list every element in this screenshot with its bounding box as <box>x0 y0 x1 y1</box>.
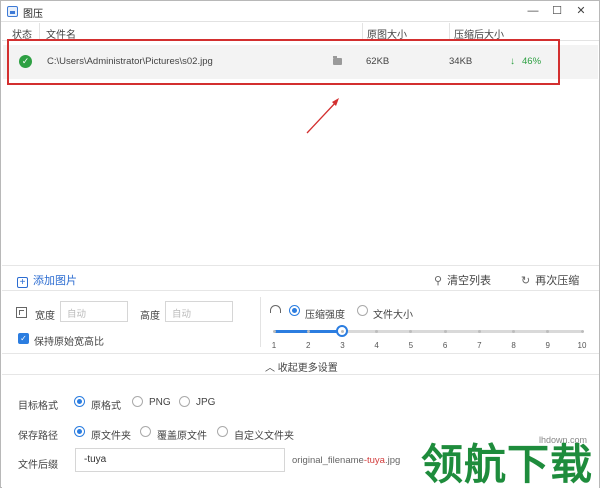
slider-tick-label: 6 <box>442 341 448 350</box>
slider-tick-label: 5 <box>408 341 414 350</box>
column-separator[interactable] <box>449 23 450 41</box>
save-original-folder-radio[interactable] <box>74 426 85 437</box>
save-overwrite-label: 覆盖原文件 <box>157 431 207 442</box>
format-label: 目标格式 <box>18 401 58 412</box>
chevron-up-icon: ︿ <box>265 363 278 374</box>
compression-slider[interactable] <box>274 330 582 333</box>
watermark-logo: 领航下载 <box>421 440 594 488</box>
clear-list-button[interactable]: ⚲ 清空列表 <box>434 272 491 288</box>
slider-tick-label: 9 <box>545 341 550 350</box>
header-status[interactable]: 状态 <box>12 26 32 41</box>
format-original-radio[interactable] <box>74 396 85 407</box>
add-image-label: 添加图片 <box>33 275 77 287</box>
format-png-label: PNG <box>149 397 171 408</box>
recompress-button[interactable]: ↻ 再次压缩 <box>521 272 579 288</box>
keep-ratio-label: 保持原始宽高比 <box>34 337 104 348</box>
compression-ratio: 46% <box>522 56 542 67</box>
compressed-size: 34KB <box>449 56 473 67</box>
quality-mode-radio[interactable] <box>289 305 300 316</box>
maximize-button[interactable]: ☐ <box>550 4 564 18</box>
check-circle-icon: ✓ <box>19 55 32 68</box>
close-button[interactable]: ✕ <box>574 4 588 18</box>
header-original-size[interactable]: 原图大小 <box>367 26 407 41</box>
refresh-icon: ↻ <box>521 275 531 287</box>
save-path-label: 保存路径 <box>18 431 58 442</box>
filename-preview: original_filename-tuya.jpg <box>292 455 400 466</box>
header-filename[interactable]: 文件名 <box>46 26 76 41</box>
slider-step-dot <box>272 330 276 333</box>
add-image-button[interactable]: + 添加图片 <box>17 272 77 288</box>
keep-ratio-checkbox[interactable]: ✓ <box>18 333 29 344</box>
slider-tick-label: 10 <box>577 341 587 350</box>
width-label: 宽度 <box>35 311 55 322</box>
arrow-down-icon: ↓ <box>510 56 515 67</box>
window-title: 图压 <box>23 9 43 20</box>
height-input[interactable]: 自动 <box>165 301 233 322</box>
table-row[interactable]: ✓ C:\Users\Administrator\Pictures\s02.jp… <box>3 45 598 79</box>
quality-mode-label: 压缩强度 <box>305 310 345 321</box>
column-separator[interactable] <box>362 23 363 41</box>
preview-prefix: original_filename <box>292 455 364 466</box>
resize-compress-settings: 宽度 自动 高度 自动 ✓ 保持原始宽高比 压缩强度 文件大小 1 2 3 4 5 6 7 8… <box>2 291 599 353</box>
size-mode-label: 文件大小 <box>373 310 413 321</box>
collapse-label: ︿ 收起更多设置 <box>265 359 338 374</box>
format-original-label: 原格式 <box>91 401 121 412</box>
slider-tick-label: 2 <box>305 341 311 350</box>
preview-suffix: -tuya <box>363 455 385 466</box>
table-header: 状态 文件名 原图大小 压缩后大小 <box>2 23 599 41</box>
slider-tick-label: 1 <box>271 341 277 350</box>
format-jpg-radio[interactable] <box>179 396 190 407</box>
size-mode-radio[interactable] <box>357 305 368 316</box>
recompress-label: 再次压缩 <box>535 275 580 287</box>
clear-list-label: 清空列表 <box>447 275 492 287</box>
save-original-folder-label: 原文件夹 <box>91 431 131 442</box>
width-input[interactable]: 自动 <box>60 301 128 322</box>
broom-icon: ⚲ <box>434 275 443 287</box>
slider-tick-label: 3 <box>340 341 345 350</box>
plus-icon: + <box>17 277 28 288</box>
folder-icon[interactable] <box>333 56 342 65</box>
slider-tick-label: 7 <box>477 341 482 350</box>
pointer-arrow-icon <box>306 98 339 134</box>
slider-step-dot <box>580 330 584 333</box>
collapse-label-text: 收起更多设置 <box>277 363 338 374</box>
file-path: C:\Users\Administrator\Pictures\s02.jpg <box>47 56 213 67</box>
app-icon <box>7 6 18 17</box>
column-separator[interactable] <box>39 23 40 41</box>
collapse-settings-row[interactable]: ︿ 收起更多设置 <box>2 353 599 375</box>
slider-step-dot <box>340 330 344 333</box>
format-png-radio[interactable] <box>132 396 143 407</box>
header-compressed-size[interactable]: 压缩后大小 <box>454 26 504 41</box>
save-overwrite-radio[interactable] <box>140 426 151 437</box>
suffix-label: 文件后缀 <box>18 460 58 471</box>
slider-tick-label: 8 <box>511 341 516 350</box>
main-window: 图压 — ☐ ✕ 状态 文件名 原图大小 压缩后大小 ✓ C:\Users\Ad… <box>0 0 600 488</box>
slider-step-dot <box>306 330 310 333</box>
suffix-input[interactable]: -tuya <box>75 448 285 472</box>
file-list[interactable]: ✓ C:\Users\Administrator\Pictures\s02.jp… <box>2 42 599 265</box>
height-label: 高度 <box>140 311 160 322</box>
format-jpg-label: JPG <box>196 397 216 408</box>
divider <box>260 297 261 347</box>
save-custom-folder-radio[interactable] <box>217 426 228 437</box>
minimize-button[interactable]: — <box>526 4 540 18</box>
save-custom-folder-label: 自定义文件夹 <box>234 431 294 442</box>
slider-step-dot <box>443 330 447 333</box>
resize-icon <box>16 307 27 318</box>
slider-tick-label: 4 <box>374 341 379 350</box>
action-toolbar: + 添加图片 ⚲ 清空列表 ↻ 再次压缩 <box>2 265 599 291</box>
original-size: 62KB <box>366 56 390 67</box>
title-bar: 图压 — ☐ ✕ <box>1 1 599 22</box>
preview-extension: .jpg <box>384 455 401 466</box>
slider-step-dot <box>477 330 481 333</box>
gauge-icon <box>270 305 281 313</box>
